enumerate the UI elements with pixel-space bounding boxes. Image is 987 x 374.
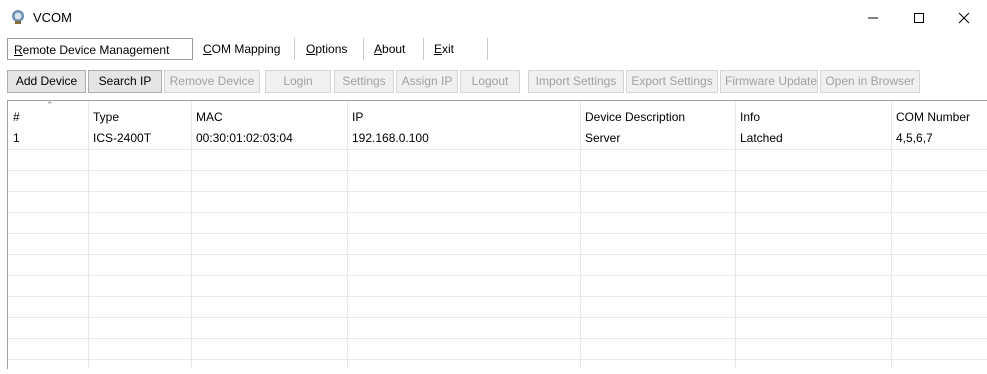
- toolbar: Add Device Search IP Remove Device Login…: [0, 66, 987, 96]
- column-header-device-description[interactable]: Device Description: [580, 107, 735, 128]
- row-divider: [8, 170, 987, 171]
- maximize-icon: [914, 13, 924, 23]
- export-settings-button[interactable]: Export Settings: [626, 70, 718, 93]
- cell-type: ICS-2400T: [93, 131, 152, 145]
- minimize-button[interactable]: [850, 0, 896, 36]
- tab-remote-device-management[interactable]: Remote Device Management: [7, 38, 193, 60]
- row-divider: [8, 275, 987, 276]
- row-divider: [8, 233, 987, 234]
- row-divider: [8, 359, 987, 360]
- tab-options[interactable]: Options: [300, 38, 364, 60]
- column-header-com-number[interactable]: COM Number: [891, 107, 987, 128]
- close-icon: [958, 12, 970, 24]
- assign-ip-button[interactable]: Assign IP: [396, 70, 458, 93]
- column-header-info[interactable]: Info: [735, 107, 891, 128]
- tab-exit[interactable]: Exit: [428, 38, 488, 60]
- tab-about[interactable]: About: [368, 38, 424, 60]
- open-in-browser-button[interactable]: Open in Browser: [820, 70, 920, 93]
- logout-button[interactable]: Logout: [460, 70, 520, 93]
- firmware-update-button[interactable]: Firmware Update: [720, 70, 818, 93]
- maximize-button[interactable]: [896, 0, 942, 36]
- cell-info: Latched: [740, 131, 783, 145]
- cell-number: 1: [13, 131, 20, 145]
- column-header-type[interactable]: Type: [88, 107, 191, 128]
- row-divider: [8, 149, 987, 150]
- cell-mac: 00:30:01:02:03:04: [196, 131, 293, 145]
- row-divider: [8, 338, 987, 339]
- cell-device-description: Server: [585, 131, 621, 145]
- row-divider: [8, 296, 987, 297]
- minimize-icon: [868, 17, 878, 19]
- login-button[interactable]: Login: [265, 70, 331, 93]
- title-bar: VCOM: [0, 0, 987, 36]
- search-ip-button[interactable]: Search IP: [88, 70, 162, 93]
- device-list-table[interactable]: ⌃ # Type MAC IP Device Description Info …: [7, 100, 987, 369]
- row-divider: [8, 317, 987, 318]
- column-header-number[interactable]: #: [8, 107, 88, 128]
- menu-tab-bar: Remote Device Management COM Mapping Opt…: [0, 36, 987, 62]
- column-header-ip[interactable]: IP: [347, 107, 580, 128]
- import-settings-button[interactable]: Import Settings: [528, 70, 624, 93]
- table-header: ⌃ # Type MAC IP Device Description Info …: [8, 101, 987, 125]
- row-divider: [8, 254, 987, 255]
- vcom-app-icon: [12, 10, 24, 24]
- tab-com-mapping[interactable]: COM Mapping: [197, 38, 295, 60]
- window-title: VCOM: [33, 10, 72, 25]
- cell-ip: 192.168.0.100: [352, 131, 429, 145]
- row-divider: [8, 191, 987, 192]
- settings-button[interactable]: Settings: [334, 70, 394, 93]
- remove-device-button[interactable]: Remove Device: [164, 70, 260, 93]
- add-device-button[interactable]: Add Device: [7, 70, 86, 93]
- close-button[interactable]: [941, 0, 987, 36]
- column-header-mac[interactable]: MAC: [191, 107, 347, 128]
- row-divider: [8, 212, 987, 213]
- cell-com-number: 4,5,6,7: [896, 131, 933, 145]
